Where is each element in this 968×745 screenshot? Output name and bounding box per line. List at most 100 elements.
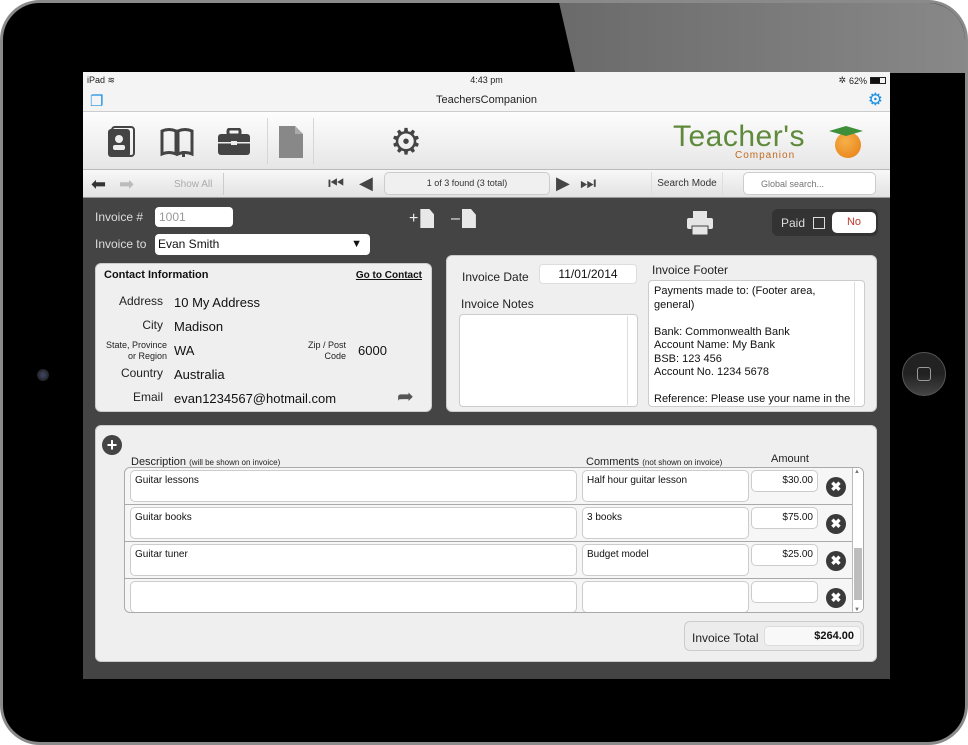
- teachers-companion-logo: Teacher's Companion: [673, 120, 883, 164]
- zip-value: 6000: [358, 343, 387, 358]
- delete-invoice-button[interactable]: –: [451, 209, 476, 228]
- print-icon[interactable]: [686, 211, 714, 240]
- country-label: Country: [120, 366, 163, 380]
- invoice-footer-field[interactable]: Payments made to: (Footer area, general)…: [648, 280, 865, 407]
- scroll-up-icon: ▲: [854, 469, 860, 475]
- previous-record-icon[interactable]: ◀: [359, 173, 373, 194]
- zip-label: Zip / Post Code: [307, 340, 346, 361]
- battery-percent: 62%: [848, 75, 867, 86]
- line-item-row: Guitar lessons Half hour guitar lesson $30…: [125, 468, 853, 505]
- go-to-contact-link[interactable]: Go to Contact: [356, 270, 422, 281]
- notes-scrollbar[interactable]: [627, 316, 636, 405]
- add-invoice-button[interactable]: +: [409, 209, 435, 228]
- invoice-form: Invoice # 1001 Invoice to Evan Smith ▼ +…: [83, 199, 890, 679]
- document-icon: [461, 209, 476, 228]
- description-field[interactable]: Guitar lessons: [130, 470, 577, 502]
- invoice-total: Invoice Total $264.00: [684, 621, 864, 651]
- invoice-to-dropdown[interactable]: Evan Smith ▼: [155, 234, 370, 255]
- close-circle-icon: ✖: [830, 590, 842, 605]
- invoice-number-field[interactable]: 1001: [155, 207, 233, 227]
- line-item-row: Guitar books 3 books $75.00 ✖: [125, 505, 853, 542]
- ipad-frame: iPad ≋ 4:43 pm ✲ 62% ❐ TeachersCompanion…: [0, 0, 968, 745]
- first-record-icon[interactable]: ⏮: [328, 173, 344, 194]
- plus-circle-icon: +: [106, 435, 118, 455]
- document-icon: [420, 209, 435, 228]
- close-circle-icon: ✖: [830, 516, 842, 531]
- description-field[interactable]: Guitar tuner: [130, 544, 577, 576]
- share-arrow-icon[interactable]: ➦: [397, 384, 414, 409]
- forward-arrow-icon[interactable]: ➡: [119, 174, 134, 195]
- state-value: WA: [174, 343, 195, 358]
- comment-field[interactable]: Budget model: [582, 544, 749, 576]
- email-value: evan1234567@hotmail.com: [174, 391, 337, 406]
- comment-field[interactable]: 3 books: [582, 507, 749, 539]
- home-button[interactable]: [902, 352, 946, 396]
- next-record-icon[interactable]: ▶: [556, 173, 570, 194]
- amount-header: Amount: [771, 453, 809, 465]
- camera: [37, 369, 49, 381]
- invoice-footer-label: Invoice Footer: [652, 263, 729, 277]
- plus-icon: +: [409, 209, 419, 227]
- invoice-total-label: Invoice Total: [692, 631, 759, 645]
- amount-field[interactable]: $25.00: [751, 544, 818, 566]
- show-all-button[interactable]: Show All: [174, 179, 212, 190]
- footer-text: Payments made to: (Footer area, general)…: [654, 285, 851, 405]
- add-line-item-button[interactable]: +: [102, 435, 122, 455]
- footer-scrollbar[interactable]: [854, 282, 863, 405]
- dropdown-caret-icon: ▼: [351, 238, 362, 250]
- amount-field[interactable]: $75.00: [751, 507, 818, 529]
- city-value: Madison: [174, 319, 224, 334]
- settings-gear-icon[interactable]: ⚙: [868, 90, 883, 110]
- global-search-input[interactable]: [743, 172, 876, 195]
- paid-label: Paid: [781, 216, 806, 230]
- line-items-list: ✖ Guitar tuner Budget model $25.00 ✖ Guitar b…: [124, 467, 864, 613]
- contact-title: Contact Information: [104, 269, 209, 281]
- contact-information-panel: Contact Information Go to Contact Addres…: [95, 263, 432, 412]
- nav-bar: ❐ TeachersCompanion ⚙: [83, 88, 890, 112]
- email-label: Email: [132, 390, 163, 404]
- minus-icon: –: [451, 209, 460, 227]
- scroll-thumb[interactable]: [854, 548, 862, 600]
- delete-line-item-button[interactable]: ✖: [826, 514, 846, 534]
- briefcase-icon[interactable]: [214, 122, 254, 162]
- delete-line-item-button[interactable]: ✖: [826, 588, 846, 608]
- screen-glare: [558, 3, 965, 73]
- comment-field[interactable]: Half hour guitar lesson: [582, 470, 749, 502]
- invoice-date-label: Invoice Date: [462, 270, 529, 284]
- invoice-total-value: $264.00: [764, 626, 861, 646]
- line-item-row: ✖: [125, 579, 853, 612]
- invoice-date-field[interactable]: 11/01/2014: [539, 264, 637, 284]
- amount-field[interactable]: [751, 581, 818, 603]
- search-mode-button[interactable]: Search Mode: [651, 172, 723, 195]
- delete-line-item-button[interactable]: ✖: [826, 477, 846, 497]
- invoice-to-label: Invoice to: [95, 237, 147, 251]
- app-screen: iPad ≋ 4:43 pm ✲ 62% ❐ TeachersCompanion…: [83, 72, 890, 679]
- items-scrollbar[interactable]: ▲ ▼: [852, 468, 863, 612]
- contacts-icon[interactable]: [101, 122, 141, 162]
- delete-line-item-button[interactable]: ✖: [826, 551, 846, 571]
- battery-icon: [870, 77, 886, 84]
- back-arrow-icon[interactable]: ⬅: [91, 174, 106, 195]
- paid-status-button[interactable]: No: [832, 212, 876, 233]
- invoice-notes-label: Invoice Notes: [461, 297, 534, 311]
- invoice-details-panel: Invoice Date 11/01/2014 Invoice Notes In…: [446, 255, 877, 412]
- last-record-icon[interactable]: ⏭: [580, 173, 596, 194]
- status-bar: iPad ≋ 4:43 pm ✲ 62%: [83, 72, 890, 88]
- paid-checkbox[interactable]: [813, 217, 825, 229]
- main-toolbar: ⚙ Teacher's Companion: [83, 112, 890, 170]
- invoice-number-label: Invoice #: [95, 210, 144, 224]
- gear-icon[interactable]: ⚙: [386, 122, 426, 162]
- invoice-notes-field[interactable]: [459, 314, 638, 407]
- invoice-document-icon[interactable]: [271, 122, 311, 162]
- comment-field[interactable]: [582, 581, 749, 612]
- description-field[interactable]: Guitar books: [130, 507, 577, 539]
- bluetooth-icon: ✲: [838, 75, 846, 85]
- description-field[interactable]: [130, 581, 577, 612]
- state-label: State, Province or Region: [105, 340, 167, 361]
- line-items-panel: + Description (will be shown on invoice)…: [95, 425, 877, 662]
- country-value: Australia: [174, 367, 225, 382]
- app-title: TeachersCompanion: [436, 94, 537, 106]
- found-count: 1 of 3 found (3 total): [384, 172, 550, 195]
- amount-field[interactable]: $30.00: [751, 470, 818, 492]
- book-icon[interactable]: [157, 122, 197, 162]
